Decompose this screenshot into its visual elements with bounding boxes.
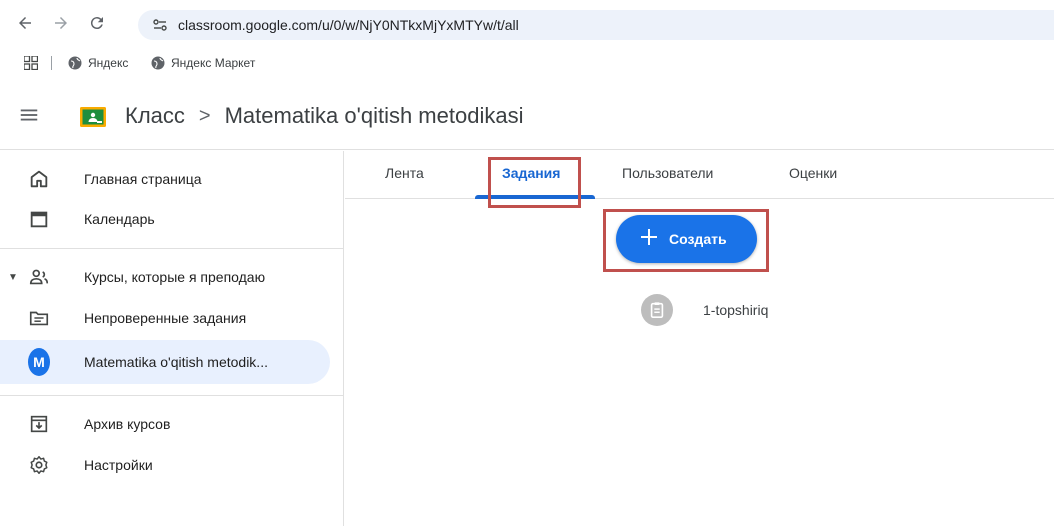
sidebar-item-home[interactable]: Главная страница (0, 157, 330, 201)
sidebar-item-unreviewed[interactable]: Непроверенные задания (0, 296, 330, 340)
reload-icon[interactable] (88, 14, 106, 32)
breadcrumb: Класс > Matematika o'qitish metodikasi (125, 103, 523, 129)
sidebar-item-label: Календарь (84, 211, 155, 227)
plus-icon (641, 229, 657, 245)
folder-icon (29, 311, 49, 326)
tab-stream[interactable]: Лента (385, 165, 424, 181)
tab-grades[interactable]: Оценки (789, 165, 837, 181)
expand-caret-icon[interactable]: ▼ (8, 272, 18, 283)
sidebar-item-settings[interactable]: Настройки (0, 443, 330, 487)
hamburger-menu-icon[interactable] (18, 104, 40, 126)
browser-toolbar: classroom.google.com/u/0/w/NjY0NTkxMjYxM… (0, 0, 1054, 46)
sidebar-item-label: Архив курсов (84, 416, 171, 432)
sidebar-item-label: Главная страница (84, 171, 202, 187)
tab-bar: Лента Задания Пользователи Оценки (345, 151, 1054, 199)
avatar: M (28, 348, 50, 376)
bookmarks-bar: Яндекс Яндекс Маркет (0, 46, 1054, 80)
back-arrow-icon[interactable] (16, 14, 34, 32)
bookmark-yandex-market[interactable]: Яндекс Маркет (151, 54, 255, 72)
gear-icon (30, 456, 48, 474)
create-button-label: Создать (669, 231, 727, 247)
archive-icon (30, 415, 48, 433)
bookmark-label: Яндекс (88, 56, 129, 70)
home-icon (30, 170, 48, 188)
people-icon (29, 269, 49, 285)
apps-grid-icon[interactable] (24, 56, 38, 70)
bookmark-label: Яндекс Маркет (171, 56, 256, 70)
sidebar-divider (0, 395, 344, 396)
app-name-link[interactable]: Класс (125, 103, 185, 129)
sidebar-item-calendar[interactable]: Календарь (0, 197, 330, 241)
assignment-icon (641, 294, 673, 326)
bookmark-yandex[interactable]: Яндекс (68, 54, 128, 72)
sidebar-item-teaching-courses[interactable]: ▼ Курсы, которые я преподаю (0, 255, 330, 299)
forward-arrow-icon[interactable] (52, 14, 70, 32)
sidebar: Главная страница Календарь ▼ Курсы, кото… (0, 151, 344, 526)
page-title[interactable]: Matematika o'qitish metodikasi (225, 103, 524, 129)
sidebar-divider (0, 248, 344, 249)
classroom-logo-icon[interactable] (80, 107, 106, 127)
address-bar[interactable]: classroom.google.com/u/0/w/NjY0NTkxMjYxM… (138, 10, 1054, 40)
list-item[interactable]: 1-topshiriq (641, 294, 768, 326)
app-header: Класс > Matematika o'qitish metodikasi (0, 80, 1054, 150)
globe-icon (68, 56, 82, 70)
sidebar-item-label: Matematika o'qitish metodik... (84, 354, 268, 370)
url-text[interactable]: classroom.google.com/u/0/w/NjY0NTkxMjYxM… (178, 17, 519, 33)
globe-icon (151, 56, 165, 70)
assignment-title[interactable]: 1-topshiriq (703, 302, 768, 318)
sidebar-item-label: Настройки (84, 457, 153, 473)
sidebar-item-label: Курсы, которые я преподаю (84, 269, 266, 285)
course-avatar: M (28, 348, 50, 376)
highlight-box-tab (488, 157, 581, 208)
sidebar-item-label: Непроверенные задания (84, 310, 247, 326)
create-button[interactable]: Создать (616, 215, 757, 263)
site-info-icon[interactable] (152, 17, 168, 33)
sidebar-item-archive[interactable]: Архив курсов (0, 402, 330, 446)
bookmarks-separator (51, 56, 52, 70)
calendar-icon (30, 211, 48, 228)
breadcrumb-separator: > (198, 104, 211, 127)
tab-people[interactable]: Пользователи (622, 165, 713, 181)
sidebar-item-course[interactable]: M Matematika o'qitish metodik... (0, 340, 330, 384)
